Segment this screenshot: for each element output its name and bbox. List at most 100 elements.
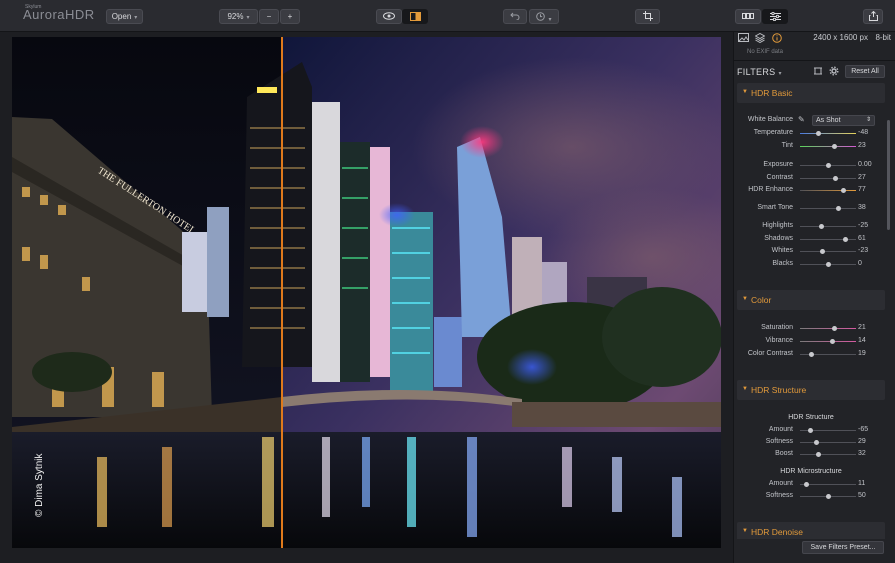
filters-view-button[interactable] [762, 9, 788, 24]
save-filters-preset-button[interactable]: Save Filters Preset... [802, 541, 884, 554]
slider-knob[interactable] [826, 163, 831, 168]
slider-label: Softness [765, 492, 793, 499]
slider-label: Smart Tone [757, 204, 793, 211]
slider-value: 21 [858, 324, 866, 331]
slider-knob[interactable] [807, 428, 813, 433]
slider-knob[interactable] [820, 249, 826, 254]
slider-value: 27 [858, 174, 866, 181]
slider-label: Softness [765, 438, 793, 445]
undo-button[interactable] [503, 9, 527, 24]
slider-label: Shadows [764, 235, 793, 242]
slider-track[interactable] [800, 249, 856, 254]
slider-track[interactable] [800, 452, 856, 457]
image-icon[interactable] [738, 33, 749, 42]
chevron-down-icon: ▾ [778, 71, 782, 77]
slider-knob[interactable] [829, 339, 835, 344]
expand-triangle-icon: ▼ [742, 296, 748, 302]
section-hdr-structure[interactable]: ▼ HDR Structure [737, 380, 885, 400]
slider-knob[interactable] [808, 352, 814, 357]
slider-track[interactable] [800, 339, 856, 344]
eyedropper-icon[interactable]: ✎ [798, 115, 805, 124]
filters-list[interactable]: ▼ HDR Basic White Balance ✎ As Shot ⇕ Te… [734, 81, 895, 539]
filters-header: FILTERS ▾ Reset All [734, 60, 895, 80]
section-hdr-denoise[interactable]: ▼ HDR Denoise [737, 522, 885, 539]
section-title: HDR Basic [751, 88, 793, 98]
slider-track[interactable] [800, 163, 856, 168]
slider-track[interactable] [800, 440, 856, 445]
info-icon[interactable] [772, 33, 782, 43]
slider-value: 38 [858, 204, 866, 211]
slider-track[interactable] [800, 206, 856, 211]
section-title: HDR Denoise [751, 527, 803, 537]
slider-label: Exposure [763, 161, 793, 168]
share-button[interactable] [863, 9, 883, 24]
layers-icon[interactable] [755, 33, 765, 43]
slider-value: 29 [858, 438, 866, 445]
crop-button[interactable] [635, 9, 660, 24]
expand-triangle-icon: ▼ [742, 386, 748, 392]
section-title: HDR Structure [751, 385, 807, 395]
open-button-label: Open [111, 12, 132, 21]
presets-view-button[interactable] [735, 9, 761, 24]
zoom-in-button[interactable]: + [280, 9, 300, 24]
white-balance-select[interactable]: As Shot ⇕ [812, 115, 875, 126]
mask-icon[interactable] [813, 66, 823, 76]
slider-knob[interactable] [815, 452, 821, 457]
slider-track[interactable] [800, 131, 856, 136]
panel-scrollbar[interactable] [887, 120, 890, 230]
slider-track[interactable] [800, 224, 856, 229]
section-hdr-basic[interactable]: ▼ HDR Basic [737, 83, 885, 103]
slider-knob[interactable] [826, 262, 831, 267]
gear-icon[interactable] [829, 66, 839, 76]
app-logo: Skylum AuroraHDR [23, 4, 95, 22]
section-title: Color [751, 295, 772, 305]
logo-brand: Skylum [25, 4, 42, 10]
history-button[interactable]: ▾ [529, 9, 559, 24]
photo-preview[interactable]: THE FULLERTON HOTEL © Dima Sytnik [12, 37, 721, 548]
slider-label: Color Contrast [747, 350, 793, 357]
white-balance-value: As Shot [816, 117, 841, 124]
slider-track[interactable] [800, 352, 856, 357]
slider-knob[interactable] [836, 206, 842, 211]
zoom-out-button[interactable]: − [259, 9, 279, 24]
slider-label: Tint [781, 142, 793, 149]
slider-knob[interactable] [816, 131, 822, 136]
slider-knob[interactable] [842, 237, 848, 242]
slider-label: Temperature [753, 129, 793, 136]
share-icon [868, 10, 878, 21]
slider-track[interactable] [800, 326, 856, 331]
slider-track[interactable] [800, 262, 856, 267]
preview-button[interactable] [376, 9, 402, 24]
reset-all-button[interactable]: Reset All [845, 65, 885, 78]
photo-credit: © Dima Sytnik [34, 453, 45, 518]
slider-knob[interactable] [826, 494, 831, 499]
slider-knob[interactable] [804, 482, 810, 487]
slider-track[interactable] [800, 144, 856, 149]
image-info: 2400 x 1600 px 8-bit No EXIF data [734, 32, 895, 58]
filters-title: FILTERS [737, 67, 776, 77]
slider-label: Vibrance [765, 337, 793, 344]
slider-value: -48 [858, 129, 869, 136]
slider-track[interactable] [800, 188, 856, 193]
slider-track[interactable] [800, 482, 856, 487]
split-view-button[interactable] [402, 9, 428, 24]
slider-track[interactable] [800, 494, 856, 499]
section-color[interactable]: ▼ Color [737, 290, 885, 310]
slider-knob[interactable] [832, 176, 838, 181]
slider-track[interactable] [800, 176, 856, 181]
slider-knob[interactable] [841, 188, 847, 193]
slider-track[interactable] [800, 428, 856, 433]
slider-knob[interactable] [831, 144, 837, 149]
slider-knob[interactable] [819, 224, 825, 229]
slider-label: HDR Enhance [748, 186, 793, 193]
slider-track[interactable] [800, 237, 856, 242]
open-button[interactable]: Open ▾ [106, 9, 143, 24]
slider-knob[interactable] [814, 440, 820, 445]
filters-dropdown[interactable]: FILTERS ▾ [737, 67, 782, 77]
slider-label: Boost [775, 450, 793, 457]
slider-knob[interactable] [831, 326, 837, 331]
split-divider[interactable] [281, 37, 283, 548]
slider-label: Saturation [761, 324, 793, 331]
subsection-hdr-structure: HDR Structure [788, 414, 834, 421]
zoom-select[interactable]: 92% ▾ [219, 9, 258, 24]
